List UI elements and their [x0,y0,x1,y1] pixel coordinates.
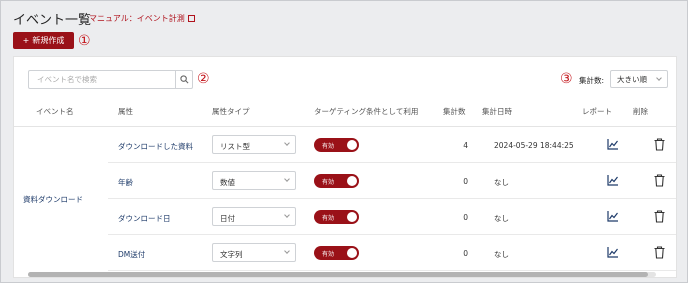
targeting-toggle[interactable]: 有効 [314,138,359,152]
column-header-attribute: 属性 [118,107,133,116]
chart-icon[interactable] [607,139,619,150]
attribute-type-value: 文字列 [220,250,243,259]
targeting-toggle-label: 有効 [322,179,335,186]
sort-select[interactable]: 大きい順 [610,70,668,88]
plus-icon: + [22,36,30,45]
page-title: イベント一覧 [13,13,92,28]
table-row: ダウンロード日 日付 有効 0 なし [108,199,676,235]
search-button[interactable] [175,71,192,88]
date-value: 2024-05-29 18:44:25 [494,141,574,150]
event-list-card: ② ③ 集計数: 大きい順 イベント名 属性 属性タイプ ターゲティング条件とし… [13,56,677,278]
targeting-toggle-label: 有効 [322,143,335,150]
search-icon [179,75,188,84]
chart-icon[interactable] [607,175,619,186]
column-header-targeting: ターゲティング条件として利用 [314,107,419,116]
chevron-down-icon [284,248,290,254]
new-event-button-label: 新規作成 [32,36,65,45]
table-row: DM送付 文字列 有効 0 なし [108,235,676,271]
attribute-name[interactable]: 年齢 [118,177,133,188]
chevron-down-icon [284,140,290,146]
attribute-type-select[interactable]: 文字列 [212,243,296,262]
table-row: 年齢 数値 有効 0 なし [108,163,676,199]
targeting-toggle-label: 有効 [322,215,335,222]
date-value: なし [494,178,509,187]
toggle-knob [347,212,357,222]
count-value: 0 [463,249,468,258]
chevron-down-icon [284,176,290,182]
trash-icon[interactable] [654,210,665,223]
chart-icon[interactable] [607,211,619,222]
table-row: ダウンロードした資料 リスト型 有効 4 2024-05-29 18:44:25 [108,127,676,163]
external-link-icon [187,15,195,22]
manual-link-label: マニュアル：イベント計測 [89,14,185,23]
targeting-toggle[interactable]: 有効 [314,246,359,260]
targeting-toggle[interactable]: 有効 [314,210,359,224]
column-header-count: 集計数 [443,107,466,116]
chevron-down-icon [284,212,290,218]
attribute-type-select[interactable]: リスト型 [212,135,296,154]
annotation-marker-2: ② [197,71,210,87]
attribute-type-value: 数値 [220,178,235,187]
attribute-type-select[interactable]: 日付 [212,207,296,226]
search-box [28,70,193,89]
column-header-attribute-type: 属性タイプ [212,107,250,116]
search-input[interactable] [29,71,177,88]
trash-icon[interactable] [654,138,665,151]
targeting-toggle[interactable]: 有効 [314,174,359,188]
count-value: 0 [463,213,468,222]
column-header-report: レポート [582,107,612,116]
new-event-button[interactable]: + 新規作成 [13,32,74,49]
event-name[interactable]: 資料ダウンロード [23,194,83,205]
toggle-knob [347,248,357,258]
attribute-name[interactable]: ダウンロード日 [118,213,171,224]
count-value: 4 [463,141,468,150]
annotation-marker-3: ③ [560,71,573,87]
annotation-marker-1: ① [78,33,91,49]
attribute-type-value: リスト型 [220,142,250,151]
attribute-name[interactable]: DM送付 [118,249,145,260]
sort-select-value: 大きい順 [617,74,647,84]
column-header-delete: 削除 [633,107,648,116]
chart-icon[interactable] [607,247,619,258]
column-header-date: 集計日時 [482,107,512,116]
toggle-knob [347,176,357,186]
sort-label: 集計数: [579,76,605,85]
attribute-type-select[interactable]: 数値 [212,171,296,190]
targeting-toggle-label: 有効 [322,251,335,258]
attribute-name[interactable]: ダウンロードした資料 [118,141,193,152]
table-header: イベント名 属性 属性タイプ ターゲティング条件として利用 集計数 集計日時 レ… [14,97,676,127]
attribute-type-value: 日付 [220,214,235,223]
scrollbar-thumb[interactable] [28,272,648,277]
date-value: なし [494,214,509,223]
manual-link[interactable]: マニュアル：イベント計測 [89,13,195,24]
chevron-down-icon [656,75,662,81]
horizontal-scrollbar[interactable] [28,272,656,277]
column-header-event-name: イベント名 [36,107,74,116]
count-value: 0 [463,177,468,186]
trash-icon[interactable] [654,246,665,259]
toggle-knob [347,140,357,150]
trash-icon[interactable] [654,174,665,187]
date-value: なし [494,250,509,259]
